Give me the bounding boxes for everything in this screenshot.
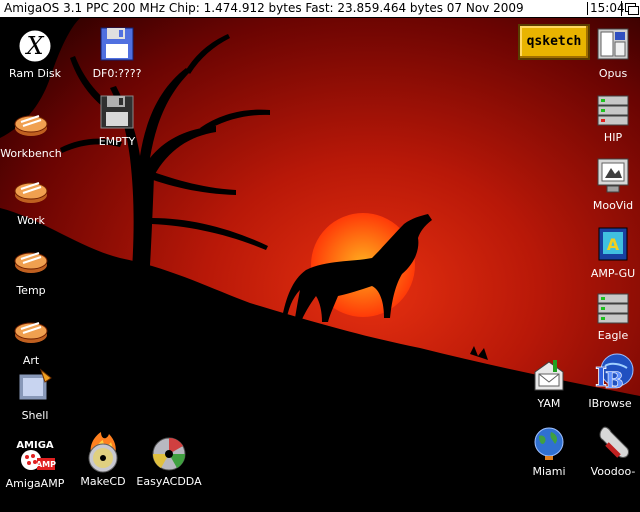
hip-icon-item[interactable]: HIP <box>578 92 640 144</box>
icon-label: HIP <box>603 131 623 144</box>
icon-label: Temp <box>16 284 46 297</box>
opus-icon-item[interactable]: Opus <box>578 26 640 80</box>
drawer-disk-icon <box>8 243 54 283</box>
amigaamp-icon-item[interactable]: AMIGA AMP AmigaAMP <box>0 436 70 490</box>
drawer-disk-icon <box>8 173 54 213</box>
amp-gui-icon-item[interactable]: A AMP-GU <box>578 226 640 280</box>
drawer-disk-icon <box>8 106 54 146</box>
empty-disk-icon-item[interactable]: EMPTY <box>82 94 152 148</box>
screen-title-bar[interactable]: AmigaOS 3.1 PPC 200 MHz Chip: 1.474.912 … <box>0 0 640 18</box>
floppy-icon <box>94 26 140 66</box>
miami-icon-item[interactable]: Miami <box>514 424 584 478</box>
icon-label: AMP-GU <box>590 267 636 280</box>
svg-text:B: B <box>605 368 624 394</box>
icon-label: Ram Disk <box>9 67 61 80</box>
icon-label: Work <box>17 214 45 227</box>
icon-label: Miami <box>532 465 566 478</box>
floppy-dark-icon <box>94 94 140 134</box>
ibrowse-icon: I B <box>587 352 634 396</box>
icon-label: AmigaAMP <box>5 477 65 490</box>
shell-icon-item[interactable]: Shell <box>0 368 70 422</box>
moovid-icon-item[interactable]: MooVid <box>578 156 640 212</box>
easyacdda-icon-item[interactable]: EasyACDDA <box>134 432 204 488</box>
eagle-icon-item[interactable]: Eagle <box>578 290 640 342</box>
globe-icon <box>526 424 572 464</box>
icon-label: MakeCD <box>80 475 126 488</box>
svg-text:AMP: AMP <box>36 460 56 469</box>
screen-title-text: AmigaOS 3.1 PPC 200 MHz Chip: 1.474.912 … <box>4 1 524 15</box>
server-icon <box>590 290 636 328</box>
drawer-disk-icon <box>8 313 54 353</box>
icon-label: Workbench <box>0 147 62 160</box>
mailbox-icon <box>526 356 572 396</box>
icon-label: Art <box>22 354 40 367</box>
opus-icon <box>590 26 636 66</box>
makecd-icon-item[interactable]: MakeCD <box>68 430 138 488</box>
clock: 15:04 <box>590 1 625 15</box>
icon-label: EMPTY <box>98 135 136 148</box>
art-icon-item[interactable]: Art <box>0 313 66 367</box>
ibrowse-icon-item[interactable]: I B IBrowse <box>575 352 640 410</box>
wrench-icon <box>590 424 636 464</box>
ram-disk-icon: X <box>12 26 58 66</box>
title-separator <box>587 2 588 15</box>
icon-label: IBrowse <box>588 397 632 410</box>
temp-icon-item[interactable]: Temp <box>0 243 66 297</box>
cd-icon <box>146 432 192 474</box>
amp-gui-icon: A <box>590 226 636 266</box>
workbench-icon-item[interactable]: Workbench <box>0 106 66 160</box>
amigaamp-icon: AMIGA AMP <box>12 436 58 476</box>
icon-label: MooVid <box>592 199 634 212</box>
icon-label: Shell <box>21 409 49 422</box>
ram-disk-icon-item[interactable]: X Ram Disk <box>0 26 70 80</box>
svg-text:A: A <box>607 235 620 254</box>
svg-text:X: X <box>24 32 44 60</box>
cd-fire-icon <box>80 430 126 474</box>
shell-icon <box>12 368 58 408</box>
screen-depth-gadget[interactable] <box>621 1 639 16</box>
server-icon <box>590 92 636 130</box>
monitor-icon <box>590 156 636 198</box>
df0-icon-item[interactable]: DF0:???? <box>82 26 152 80</box>
yam-icon-item[interactable]: YAM <box>514 356 584 410</box>
icon-label: DF0:???? <box>92 67 142 80</box>
icon-label: Opus <box>598 67 628 80</box>
icon-label: Voodoo- <box>590 465 636 478</box>
icon-label: EasyACDDA <box>136 475 202 488</box>
icon-label: YAM <box>537 397 561 410</box>
icon-label: Eagle <box>597 329 629 342</box>
work-icon-item[interactable]: Work <box>0 173 66 227</box>
voodoo-icon-item[interactable]: Voodoo- <box>578 424 640 478</box>
svg-text:AMIGA: AMIGA <box>16 440 54 451</box>
depth-front-icon <box>628 6 639 15</box>
